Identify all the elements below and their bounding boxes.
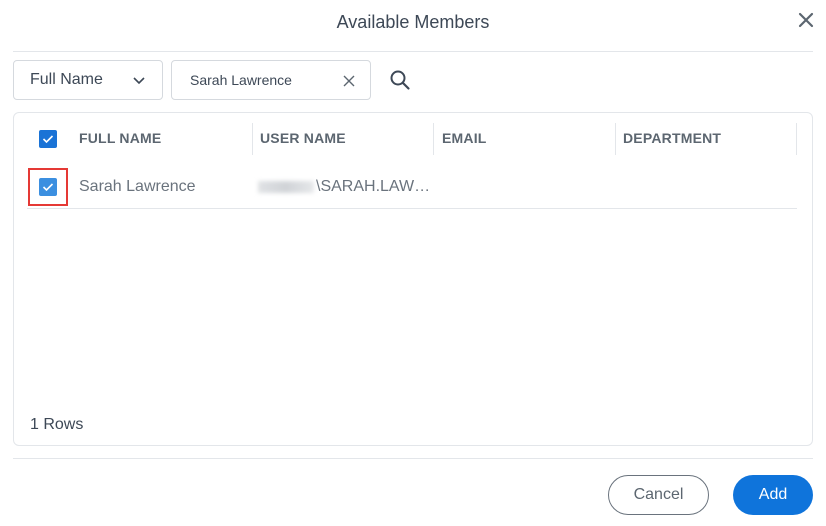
add-button[interactable]: Add [733,475,813,515]
footer-divider [13,458,813,459]
rows-count: 1 Rows [30,416,84,433]
checkbox-highlight-annotation [28,168,68,206]
column-resizer[interactable] [252,123,253,155]
select-all-checkbox[interactable] [39,130,57,148]
table-row[interactable]: Sarah Lawrence \SARAH.LAW… [14,163,812,209]
members-table: FULL NAME USER NAME EMAIL DEPARTMENT Sar… [13,112,813,446]
search-field-select-value: Full Name [30,71,103,88]
search-input-container [171,60,371,100]
close-button[interactable] [796,10,816,30]
column-resizer[interactable] [796,123,797,155]
search-icon [390,70,410,90]
column-header-department[interactable]: DEPARTMENT [623,130,721,146]
column-header-email[interactable]: EMAIL [442,130,487,146]
chevron-down-icon [133,77,145,85]
column-resizer[interactable] [615,123,616,155]
table-header: FULL NAME USER NAME EMAIL DEPARTMENT [14,113,812,163]
column-resizer[interactable] [433,123,434,155]
search-button[interactable] [389,69,411,91]
column-header-full-name[interactable]: FULL NAME [79,130,161,146]
cell-user-name: \SARAH.LAW… [258,178,430,196]
search-field-select[interactable]: Full Name [13,60,163,100]
blurred-domain [258,180,314,193]
cell-full-name: Sarah Lawrence [79,178,196,195]
checkmark-icon [42,135,54,144]
cancel-button[interactable]: Cancel [608,475,709,515]
dialog-title: Available Members [336,12,490,32]
cell-user-name-text: \SARAH.LAW… [316,178,431,195]
clear-icon[interactable] [342,74,356,88]
search-input[interactable] [190,72,330,88]
row-divider [27,208,797,209]
close-icon [798,12,814,28]
column-header-user-name[interactable]: USER NAME [260,130,346,146]
header-divider [13,51,813,52]
